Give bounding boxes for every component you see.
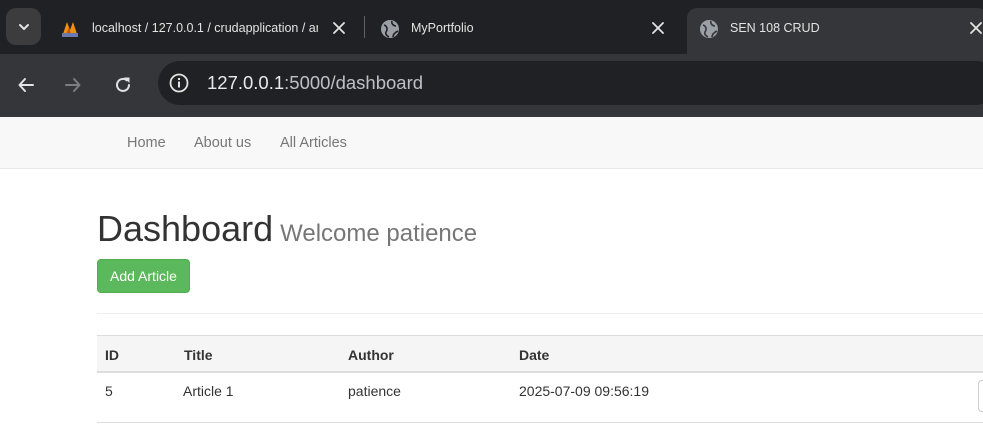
tab-title: MyPortfolio: [411, 21, 474, 35]
url-host: 127.0.0.1: [207, 72, 285, 93]
nav-link-all-articles[interactable]: All Articles: [280, 134, 347, 152]
reload-icon: [116, 77, 130, 92]
column-header-title: Title: [184, 347, 213, 363]
address-bar[interactable]: 127.0.0.1:5000/dashboard: [158, 61, 983, 105]
add-article-button[interactable]: Add Article: [97, 259, 190, 293]
divider: [97, 313, 983, 314]
tab-phpmyadmin[interactable]: localhost / 127.0.0.1 / crudapplication …: [48, 8, 358, 54]
close-icon[interactable]: [648, 18, 668, 38]
back-button[interactable]: [9, 68, 43, 102]
site-info-icon[interactable]: [168, 72, 190, 94]
close-icon[interactable]: [966, 18, 983, 38]
cell-date: 2025-07-09 09:56:19: [519, 383, 649, 399]
forward-button[interactable]: [56, 68, 90, 102]
welcome-text: Welcome patience: [280, 220, 478, 247]
nav-link-about[interactable]: About us: [194, 134, 251, 152]
page-content: Home About us All Articles Dashboard Welc…: [0, 117, 983, 426]
tab-myportfolio[interactable]: MyPortfolio: [370, 8, 680, 54]
tab-strip: localhost / 127.0.0.1 / crudapplication …: [0, 0, 983, 54]
column-header-date: Date: [519, 347, 550, 363]
chevron-down-icon: [18, 23, 29, 30]
row-action-button[interactable]: [978, 380, 983, 412]
url-path: :5000/dashboard: [284, 72, 424, 93]
tab-title: localhost / 127.0.0.1 / crudapplication …: [92, 21, 318, 35]
tab-search-button[interactable]: [6, 8, 41, 45]
site-navbar: Home About us All Articles: [0, 117, 983, 169]
url-text[interactable]: 127.0.0.1:5000/dashboard: [207, 72, 423, 94]
page-title: Dashboard Welcome patience: [97, 208, 477, 250]
globe-icon: [700, 20, 718, 38]
arrow-left-icon: [18, 78, 34, 92]
browser-toolbar: 127.0.0.1:5000/dashboard: [0, 54, 983, 117]
table-row: 5 Article 1 patience 2025-07-09 09:56:19: [97, 373, 983, 423]
nav-link-home[interactable]: Home: [127, 134, 166, 152]
phpmyadmin-icon: [62, 22, 78, 37]
column-header-id: ID: [105, 347, 119, 363]
tab-title: SEN 108 CRUD: [730, 21, 820, 35]
cell-title: Article 1: [183, 383, 234, 399]
tab-separator: [364, 16, 365, 38]
globe-icon: [381, 20, 399, 38]
tab-sen108-crud[interactable]: SEN 108 CRUD: [687, 8, 983, 54]
cell-id: 5: [105, 383, 113, 399]
table-header: ID Title Author Date: [97, 335, 983, 373]
dashboard-heading: Dashboard: [97, 208, 274, 249]
cell-author: patience: [348, 383, 401, 399]
arrow-right-icon: [65, 78, 81, 92]
column-header-author: Author: [348, 347, 394, 363]
reload-button[interactable]: [106, 68, 140, 102]
close-icon[interactable]: [329, 18, 349, 38]
